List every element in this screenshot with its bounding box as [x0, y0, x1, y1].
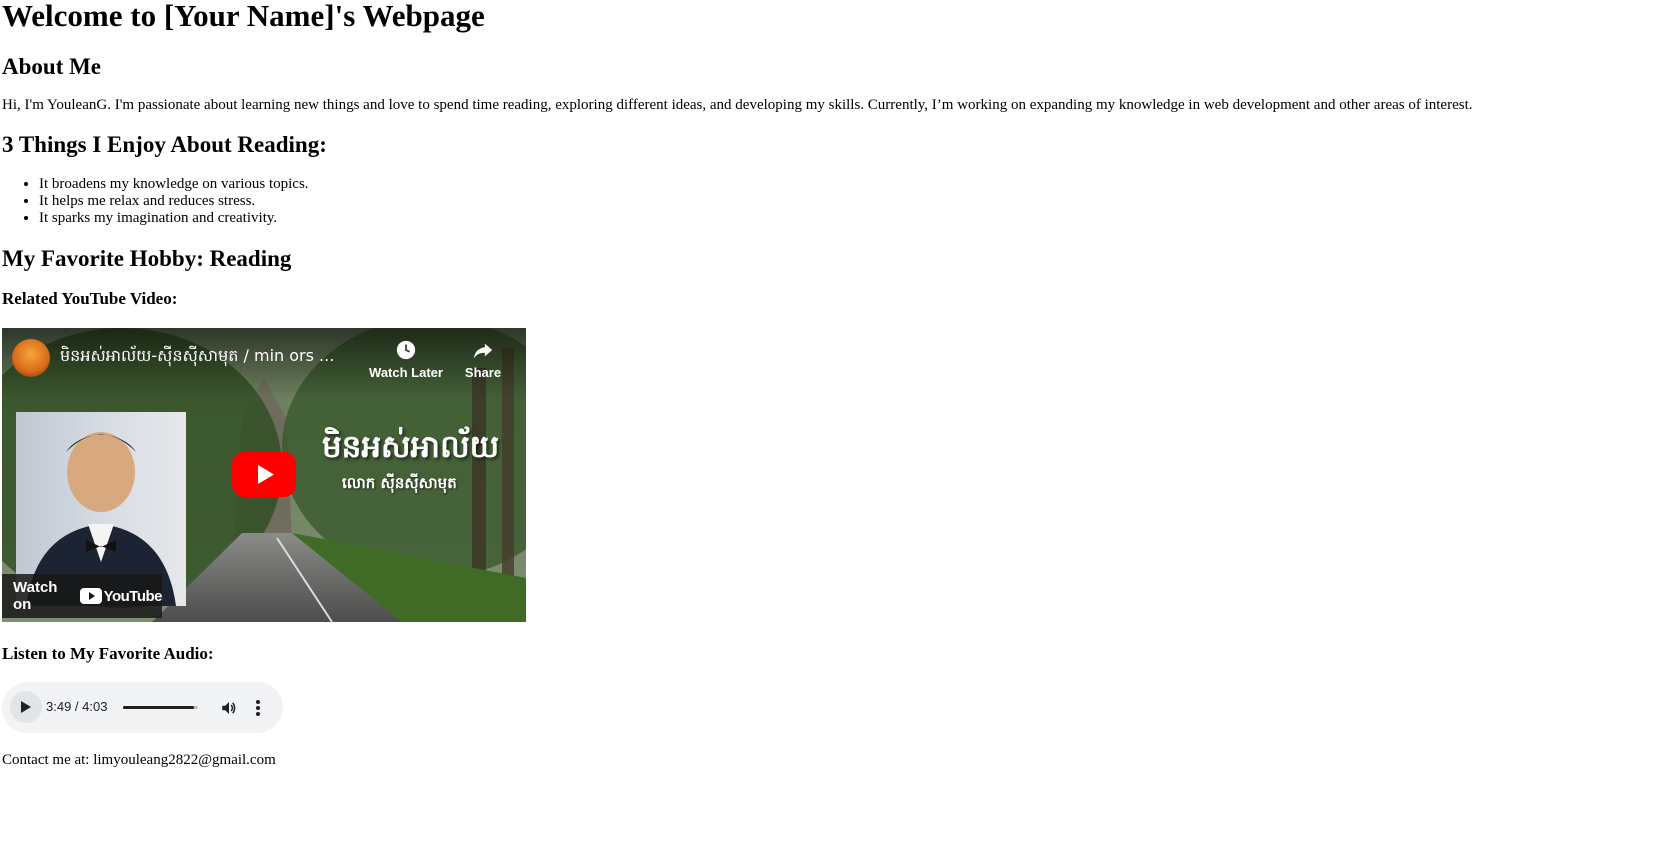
reading-list: It broadens my knowledge on various topi…: [39, 176, 309, 227]
list-item: It sparks my imagination and creativity.: [39, 210, 309, 227]
watch-on-label: Watch on: [13, 579, 58, 613]
about-heading: About Me: [2, 54, 102, 79]
watch-later-label: Watch Later: [369, 365, 443, 380]
volume-icon[interactable]: [220, 699, 238, 717]
watch-later-button[interactable]: Watch Later: [366, 339, 446, 380]
youtube-play-icon[interactable]: [232, 452, 296, 497]
list-item: It broadens my knowledge on various topi…: [39, 176, 309, 193]
page: Welcome to [Your Name]'s Webpage About M…: [0, 0, 1676, 842]
video-title[interactable]: មិនអស់អាល័យ-ស៊ីនស៊ីសាមុត / min ors ...: [60, 345, 360, 369]
share-icon: [473, 343, 493, 359]
share-label: Share: [464, 365, 502, 380]
audio-player: 3:49 / 4:03: [2, 682, 283, 733]
audio-heading: Listen to My Favorite Audio:: [2, 644, 214, 663]
audio-play-button[interactable]: [10, 691, 42, 723]
youtube-embed[interactable]: មិនអស់អាល័យ-ស៊ីនស៊ីសាមុត / min ors ... W…: [2, 328, 526, 622]
youtube-logo: YouTube: [79, 587, 163, 605]
page-title: Welcome to [Your Name]'s Webpage: [2, 0, 485, 33]
youtube-logo-text: YouTube: [103, 587, 163, 605]
audio-seek-bar[interactable]: [123, 706, 198, 709]
clock-icon: [396, 340, 416, 360]
more-vert-icon[interactable]: [252, 699, 264, 717]
watch-on-youtube-button[interactable]: Watch on YouTube: [2, 574, 163, 618]
audio-progress-fill: [123, 706, 194, 709]
contact-text: Contact me at: limyouleang2822@gmail.com: [2, 752, 276, 768]
reading-heading: 3 Things I Enjoy About Reading:: [2, 132, 327, 157]
about-text: Hi, I'm YouleanG. I'm passionate about l…: [2, 97, 1473, 113]
share-button[interactable]: Share: [454, 339, 512, 380]
channel-avatar[interactable]: [12, 339, 50, 377]
list-item: It helps me relax and reduces stress.: [39, 193, 309, 210]
audio-time: 3:49 / 4:03: [46, 699, 108, 714]
thumbnail-subtitle: លោក ស៊ីនស៊ីសាមុត: [342, 474, 457, 492]
hobby-heading: My Favorite Hobby: Reading: [2, 246, 292, 271]
thumbnail-title: មិនអស់អាល័យ: [322, 429, 500, 465]
video-heading: Related YouTube Video:: [2, 289, 178, 308]
play-icon: [21, 701, 31, 713]
youtube-logo-icon: [79, 588, 102, 604]
